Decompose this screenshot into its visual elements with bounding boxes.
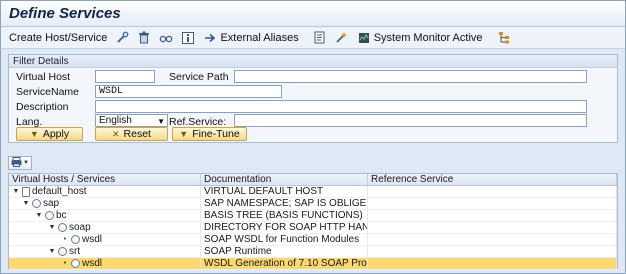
filter-icon: ▼ — [29, 129, 39, 139]
tree-row[interactable]: ▼ sap SAP NAMESPACE; SAP IS OBLIGED NOT … — [9, 198, 617, 210]
glasses-icon — [159, 31, 173, 45]
tree-row-reference — [368, 246, 617, 257]
service-node-icon — [45, 211, 54, 220]
trash-icon — [137, 31, 151, 45]
arrow-right-icon — [203, 31, 217, 45]
tree-row[interactable]: ▼ srt SOAP Runtime — [9, 246, 617, 258]
tree-node-name: default_host — [32, 186, 87, 197]
reset-button[interactable]: ✕ Reset — [95, 127, 168, 141]
service-node-icon — [32, 199, 41, 208]
services-tree: Virtual Hosts / Services Documentation R… — [8, 173, 618, 270]
tree-row-documentation: SOAP WSDL for Function Modules — [201, 234, 368, 245]
display-button[interactable] — [157, 29, 175, 47]
ref-service-field[interactable] — [234, 114, 587, 127]
tree-node-name: bc — [56, 210, 67, 221]
description-field[interactable] — [95, 100, 587, 113]
tree-row[interactable]: ▼ default_host VIRTUAL DEFAULT HOST — [9, 186, 617, 198]
column-header-hosts-services[interactable]: Virtual Hosts / Services — [9, 174, 201, 185]
tree-row[interactable]: ▼ bc BASIS TREE (BASIS FUNCTIONS) — [9, 210, 617, 222]
external-aliases-label: External Aliases — [220, 31, 299, 44]
fine-tune-button[interactable]: ▼ Fine-Tune — [172, 127, 247, 141]
filter-details-title: Filter Details — [9, 55, 617, 68]
tree-row-reference — [368, 234, 617, 245]
virtual-host-field[interactable] — [95, 70, 155, 83]
apply-button[interactable]: ▼ Apply — [16, 127, 83, 141]
service-name-field[interactable] — [95, 85, 282, 98]
create-host-service-label: Create Host/Service — [9, 31, 108, 44]
printer-icon — [11, 156, 22, 169]
wand-icon — [335, 31, 349, 45]
tree-node-name: wsdl — [82, 258, 103, 269]
reset-filter-icon: ✕ — [112, 128, 120, 139]
application-toolbar: Create Host/Service External Aliases Sys… — [1, 27, 625, 49]
system-monitor-label: System Monitor Active — [373, 31, 483, 44]
leaf-bullet-icon: • — [63, 260, 67, 267]
collapse-icon[interactable]: ▼ — [22, 198, 30, 209]
tree-node-name: wsdl — [82, 234, 103, 245]
service-path-field[interactable] — [234, 70, 587, 83]
tree-node-name: srt — [69, 246, 81, 257]
language-select-value: English — [99, 115, 132, 126]
tree-row-documentation: BASIS TREE (BASIS FUNCTIONS) — [201, 210, 368, 221]
document-button[interactable] — [311, 29, 329, 47]
service-path-label: Service Path — [169, 71, 229, 83]
filter-details-group: Filter Details Virtual Host Service Path… — [8, 54, 618, 143]
tree-row-reference — [368, 210, 617, 221]
monitor-icon — [357, 31, 371, 45]
tree-row-reference — [368, 198, 617, 209]
tree-toolbar: ▼ — [8, 155, 32, 170]
tree-row-reference — [368, 258, 617, 269]
fine-tune-icon: ▼ — [179, 129, 189, 139]
service-node-icon — [58, 223, 67, 232]
tree-header: Virtual Hosts / Services Documentation R… — [9, 174, 617, 186]
service-node-icon — [71, 235, 80, 244]
delete-button[interactable] — [135, 29, 153, 47]
title-bar: Define Services — [1, 1, 625, 27]
system-monitor-button[interactable]: System Monitor Active — [355, 29, 485, 47]
hierarchy-icon — [497, 31, 511, 45]
change-button[interactable] — [113, 29, 131, 47]
info-button[interactable] — [179, 29, 197, 47]
tree-row-documentation: SOAP Runtime — [201, 246, 368, 257]
tree-row-documentation: DIRECTORY FOR SOAP HTTP HANDLER — [201, 222, 368, 233]
host-page-icon — [22, 186, 30, 197]
hierarchy-button[interactable] — [495, 29, 513, 47]
fine-tune-button-label: Fine-Tune — [192, 128, 240, 140]
tree-row-documentation: VIRTUAL DEFAULT HOST — [201, 186, 368, 197]
description-label: Description — [16, 101, 69, 113]
collapse-icon[interactable]: ▼ — [48, 246, 56, 257]
column-header-reference-service[interactable]: Reference Service — [368, 174, 617, 185]
service-node-icon — [58, 247, 67, 256]
external-aliases-button[interactable]: External Aliases — [201, 29, 300, 47]
print-menu-button[interactable]: ▼ — [8, 155, 32, 170]
tree-node-name: soap — [69, 222, 91, 233]
service-node-icon — [71, 259, 80, 268]
wizard-button[interactable] — [333, 29, 351, 47]
collapse-icon[interactable]: ▼ — [12, 186, 20, 197]
tree-row-selected[interactable]: • wsdl WSDL Generation of 7.10 SOAP Proc… — [9, 258, 617, 270]
create-host-service-button[interactable]: Create Host/Service — [7, 29, 109, 47]
chevron-down-icon: ▼ — [157, 117, 165, 126]
tool-icon — [115, 31, 129, 45]
collapse-icon[interactable]: ▼ — [35, 210, 43, 221]
tree-row-documentation: SAP NAMESPACE; SAP IS OBLIGED NOT T... — [201, 198, 368, 209]
tree-row-documentation: WSDL Generation of 7.10 SOAP Processor — [201, 258, 368, 269]
page-title: Define Services — [9, 5, 121, 22]
tree-row-reference — [368, 186, 617, 197]
column-header-documentation[interactable]: Documentation — [201, 174, 368, 185]
document-icon — [313, 31, 327, 45]
tree-row-reference — [368, 222, 617, 233]
dropdown-arrow-icon: ▼ — [23, 159, 29, 166]
service-name-label: ServiceName — [16, 86, 80, 98]
reset-button-label: Reset — [123, 128, 151, 140]
tree-row[interactable]: • wsdl SOAP WSDL for Function Modules — [9, 234, 617, 246]
language-select[interactable]: English ▼ — [95, 114, 168, 127]
info-icon — [181, 31, 195, 45]
collapse-icon[interactable]: ▼ — [48, 222, 56, 233]
virtual-host-label: Virtual Host — [16, 71, 71, 83]
leaf-bullet-icon: • — [63, 236, 67, 243]
tree-row[interactable]: ▼ soap DIRECTORY FOR SOAP HTTP HANDLER — [9, 222, 617, 234]
apply-button-label: Apply — [42, 128, 70, 140]
tree-node-name: sap — [43, 198, 60, 209]
